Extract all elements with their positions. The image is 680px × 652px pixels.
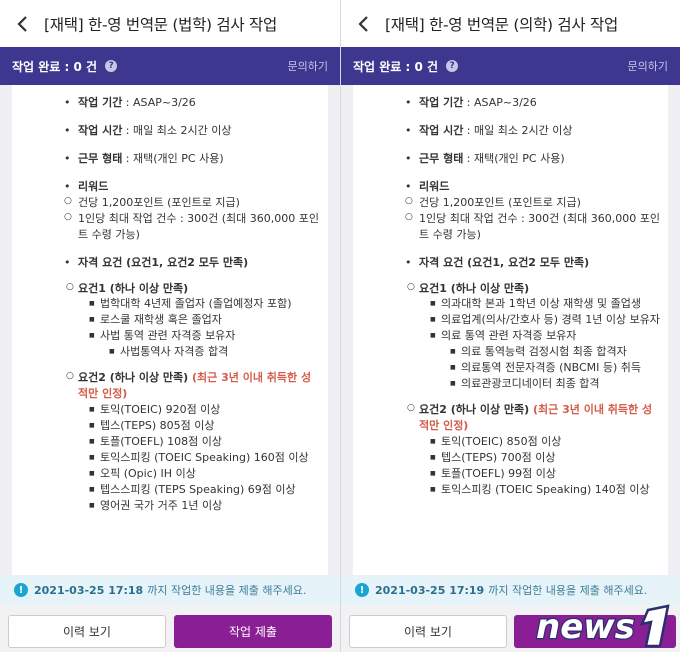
right-screen: [재택] 한-영 번역문 (의학) 검사 작업 작업 완료 : 0 건 ? 문의…	[341, 0, 680, 652]
list-item: 1인당 최대 작업 건수 : 300건 (최대 360,000 포인트 수령 가…	[64, 211, 320, 243]
status-bar: 작업 완료 : 0 건 ? 문의하기	[0, 47, 340, 85]
status-bar: 작업 완료 : 0 건 ? 문의하기	[341, 47, 680, 85]
list-item: 1인당 최대 작업 건수 : 300건 (최대 360,000 포인트 수령 가…	[405, 211, 660, 243]
help-icon[interactable]: ?	[105, 60, 118, 72]
completed-count: 작업 완료 : 0 건	[353, 59, 439, 74]
action-bar: 이력 보기 작업 제출	[0, 605, 340, 652]
list-item: 리워드 건당 1,200포인트 (포인트로 지급) 1인당 최대 작업 건수 :…	[405, 179, 660, 243]
deadline-text: 까지 작업한 내용을 제출 해주세요.	[147, 584, 307, 597]
list-item: 토플(TOEFL) 108점 이상	[89, 434, 320, 450]
list-item: 요건2 (하나 이상 만족) (최근 3년 이내 취득한 성적만 인정) 토익(…	[66, 370, 320, 514]
list-item: 건당 1,200포인트 (포인트로 지급)	[64, 195, 320, 211]
list-item: 리워드 건당 1,200포인트 (포인트로 지급) 1인당 최대 작업 건수 :…	[64, 179, 320, 243]
task-detail-card: 작업 기간 : ASAP~3/26 작업 시간 : 매일 최소 2시간 이상 근…	[353, 85, 668, 575]
history-button[interactable]: 이력 보기	[349, 615, 507, 648]
list-item: 의료관광코디네이터 최종 합격	[450, 376, 660, 392]
info-icon: !	[355, 583, 369, 597]
list-item: 요건1 (하나 이상 만족) 법학대학 4년제 졸업자 (졸업예정자 포함) 로…	[66, 281, 320, 361]
left-screen: [재택] 한-영 번역문 (법학) 검사 작업 작업 완료 : 0 건 ? 문의…	[0, 0, 340, 652]
list-item: 토익스피킹 (TOEIC Speaking) 140점 이상	[430, 482, 660, 498]
inquiry-link[interactable]: 문의하기	[288, 58, 328, 74]
list-item: 근무 형태 : 재택(개인 PC 사용)	[64, 151, 320, 167]
list-item: 요건2 (하나 이상 만족) (최근 3년 이내 취득한 성적만 인정) 토익(…	[407, 402, 660, 498]
page-title: [재택] 한-영 번역문 (의학) 검사 작업	[385, 15, 618, 34]
submit-button[interactable]: 작업 제출	[174, 615, 332, 648]
news1-logo: news	[535, 604, 670, 648]
list-item: 작업 기간 : ASAP~3/26	[64, 95, 320, 111]
svg-text:news: news	[536, 607, 635, 647]
list-item: 사법통역사 자격증 합격	[109, 344, 320, 360]
list-item: 의료 통역 관련 자격증 보유자 의료 통역능력 검정시험 최종 합격자 의료통…	[430, 328, 660, 392]
help-icon[interactable]: ?	[446, 60, 459, 72]
back-button[interactable]	[341, 0, 385, 47]
list-item: 영어권 국가 거주 1년 이상	[89, 498, 320, 514]
list-item: 토익(TOEIC) 850점 이상	[430, 434, 660, 450]
list-item: 오픽 (Opic) IH 이상	[89, 466, 320, 482]
list-item: 자격 요건 (요건1, 요건2 모두 만족) 요건1 (하나 이상 만족) 의과…	[405, 255, 660, 498]
top-bar: [재택] 한-영 번역문 (법학) 검사 작업	[0, 0, 340, 47]
list-item: 텝스스피킹 (TEPS Speaking) 69점 이상	[89, 482, 320, 498]
list-item: 자격 요건 (요건1, 요건2 모두 만족) 요건1 (하나 이상 만족) 법학…	[64, 255, 320, 514]
screenshot-pair: [재택] 한-영 번역문 (법학) 검사 작업 작업 완료 : 0 건 ? 문의…	[0, 0, 680, 652]
chevron-left-icon	[17, 15, 27, 32]
history-button[interactable]: 이력 보기	[8, 615, 166, 648]
list-item: 건당 1,200포인트 (포인트로 지급)	[405, 195, 660, 211]
list-item: 텝스(TEPS) 805점 이상	[89, 418, 320, 434]
list-item: 토익스피킹 (TOEIC Speaking) 160점 이상	[89, 450, 320, 466]
list-item: 로스쿨 재학생 혹은 졸업자	[89, 312, 320, 328]
list-item: 근무 형태 : 재택(개인 PC 사용)	[405, 151, 660, 167]
list-item: 토플(TOEFL) 99점 이상	[430, 466, 660, 482]
list-item: 의료 통역능력 검정시험 최종 합격자	[450, 344, 660, 360]
deadline-text: 까지 작업한 내용을 제출 해주세요.	[488, 584, 648, 597]
list-item: 의료통역 전문자격증 (NBCMI 등) 취득	[450, 360, 660, 376]
list-item: 사법 통역 관련 자격증 보유자 사법통역사 자격증 합격	[89, 328, 320, 360]
list-item: 법학대학 4년제 졸업자 (졸업예정자 포함)	[89, 296, 320, 312]
list-item: 작업 시간 : 매일 최소 2시간 이상	[405, 123, 660, 139]
inquiry-link[interactable]: 문의하기	[628, 58, 668, 74]
completed-count: 작업 완료 : 0 건	[12, 59, 98, 74]
list-item: 의료업계(의사/간호사 등) 경력 1년 이상 보유자	[430, 312, 660, 328]
deadline-notice: ! 2021-03-25 17:18 까지 작업한 내용을 제출 해주세요.	[0, 575, 340, 605]
deadline-time: 2021-03-25 17:19	[375, 583, 485, 597]
deadline-time: 2021-03-25 17:18	[34, 583, 144, 597]
list-item: 토익(TOEIC) 920점 이상	[89, 402, 320, 418]
list-item: 의과대학 본과 1학년 이상 재학생 및 졸업생	[430, 296, 660, 312]
list-item: 텝스(TEPS) 700점 이상	[430, 450, 660, 466]
list-item: 요건1 (하나 이상 만족) 의과대학 본과 1학년 이상 재학생 및 졸업생 …	[407, 281, 660, 393]
top-bar: [재택] 한-영 번역문 (의학) 검사 작업	[341, 0, 680, 47]
chevron-left-icon	[358, 15, 368, 32]
task-detail: 작업 기간 : ASAP~3/26 작업 시간 : 매일 최소 2시간 이상 근…	[20, 95, 320, 514]
info-icon: !	[14, 583, 28, 597]
task-detail: 작업 기간 : ASAP~3/26 작업 시간 : 매일 최소 2시간 이상 근…	[361, 95, 660, 498]
page-title: [재택] 한-영 번역문 (법학) 검사 작업	[44, 15, 277, 34]
back-button[interactable]	[0, 0, 44, 47]
list-item: 작업 기간 : ASAP~3/26	[405, 95, 660, 111]
list-item: 작업 시간 : 매일 최소 2시간 이상	[64, 123, 320, 139]
task-detail-card: 작업 기간 : ASAP~3/26 작업 시간 : 매일 최소 2시간 이상 근…	[12, 85, 328, 575]
